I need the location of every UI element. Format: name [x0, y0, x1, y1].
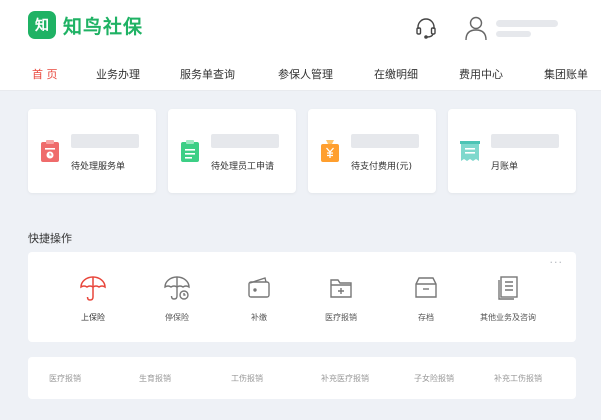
nav-group-bill[interactable]: 集团账单 — [544, 66, 588, 82]
card-pending-service-orders[interactable]: 待处理服务单 — [28, 109, 156, 193]
user-company-placeholder[interactable] — [496, 31, 531, 37]
link-work-injury-reimbursement[interactable]: 工伤报销 — [231, 373, 263, 384]
header: 知 知鸟社保 — [0, 0, 601, 55]
quick-actions-title: 快捷操作 — [28, 232, 72, 245]
quick-action-label: 补缴 — [251, 313, 267, 322]
value-placeholder — [71, 134, 139, 148]
card-label: 待处理员工申请 — [211, 162, 275, 172]
receipt-icon — [460, 141, 480, 161]
value-placeholder — [351, 134, 419, 148]
clipboard-clock-icon — [41, 140, 59, 162]
quick-action-label: 存档 — [418, 313, 434, 322]
more-icon[interactable]: ··· — [550, 256, 564, 269]
quick-action-enroll-insurance[interactable]: 上保险 — [53, 274, 133, 323]
value-placeholder — [211, 134, 279, 148]
document-icon — [498, 276, 518, 300]
link-maternity-reimbursement[interactable]: 生育报销 — [139, 373, 171, 384]
quick-action-medical-reimbursement[interactable]: 医疗报销 — [301, 274, 381, 323]
quick-action-stop-insurance[interactable]: 停保险 — [137, 274, 217, 323]
nav-business[interactable]: 业务办理 — [96, 66, 140, 82]
nav-payment-details[interactable]: 在缴明细 — [374, 66, 418, 82]
nav-insured-management[interactable]: 参保人管理 — [278, 66, 333, 82]
card-label: 待支付费用(元) — [351, 162, 413, 172]
quick-action-label: 上保险 — [81, 313, 105, 322]
nav-service-orders[interactable]: 服务单查询 — [180, 66, 235, 82]
logo-mark: 知 — [28, 11, 56, 39]
card-monthly-bill[interactable]: 月账单 — [448, 109, 576, 193]
quick-action-back-payment[interactable]: 补缴 — [219, 274, 299, 323]
link-medical-reimbursement[interactable]: 医疗报销 — [49, 373, 81, 384]
quick-action-label: 停保险 — [165, 313, 189, 322]
yuan-bag-icon — [321, 140, 339, 162]
wallet-icon — [248, 277, 270, 298]
card-label: 待处理服务单 — [71, 162, 126, 172]
nav-home[interactable]: 首 页 — [32, 66, 58, 82]
quick-action-other-services[interactable]: 其他业务及咨询 — [468, 274, 548, 323]
user-name-placeholder[interactable] — [496, 20, 558, 27]
quick-action-label: 其他业务及咨询 — [480, 313, 536, 322]
umbrella-stop-icon — [164, 276, 190, 300]
logo[interactable]: 知 知鸟社保 — [28, 11, 143, 39]
value-placeholder — [491, 134, 559, 148]
headset-icon[interactable] — [414, 16, 438, 40]
clipboard-list-icon — [181, 140, 199, 162]
main-nav: 首 页 业务办理 服务单查询 参保人管理 在缴明细 费用中心 集团账单 — [0, 55, 601, 91]
link-supplementary-work-injury-reimbursement[interactable]: 补充工伤报销 — [494, 373, 542, 384]
quick-actions-panel: ··· 上保险 停保险 补缴 医疗报销 存档 其他业务及咨询 — [28, 252, 576, 342]
card-pending-payment[interactable]: 待支付费用(元) — [308, 109, 436, 193]
link-child-insurance-reimbursement[interactable]: 子女险报销 — [414, 373, 454, 384]
card-pending-employee-requests[interactable]: 待处理员工申请 — [168, 109, 296, 193]
quick-action-archive[interactable]: 存档 — [386, 274, 466, 323]
link-supplementary-medical-reimbursement[interactable]: 补充医疗报销 — [321, 373, 369, 384]
umbrella-icon — [80, 276, 106, 301]
archive-box-icon — [415, 277, 437, 298]
medical-folder-icon — [330, 279, 352, 298]
user-icon[interactable] — [464, 15, 488, 41]
logo-text: 知鸟社保 — [63, 15, 144, 38]
nav-fee-center[interactable]: 费用中心 — [459, 66, 503, 82]
quick-action-label: 医疗报销 — [325, 313, 357, 322]
card-label: 月账单 — [491, 162, 519, 172]
reimbursement-links-panel: 医疗报销 生育报销 工伤报销 补充医疗报销 子女险报销 补充工伤报销 — [28, 357, 576, 399]
